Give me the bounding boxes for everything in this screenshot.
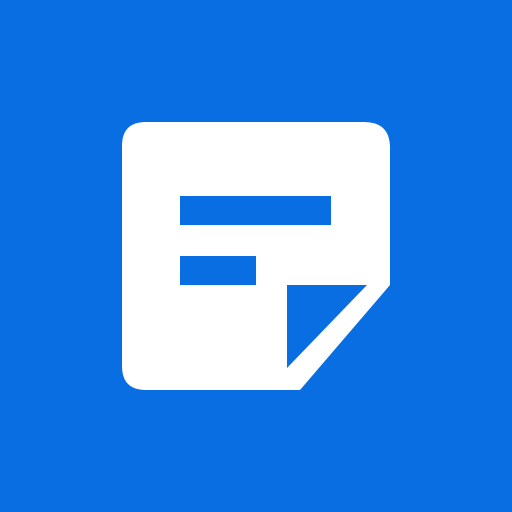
app-icon-background (0, 0, 512, 512)
sticky-note-icon (122, 122, 390, 390)
note-text-line-long (180, 196, 331, 225)
note-text-line-short (180, 256, 256, 285)
